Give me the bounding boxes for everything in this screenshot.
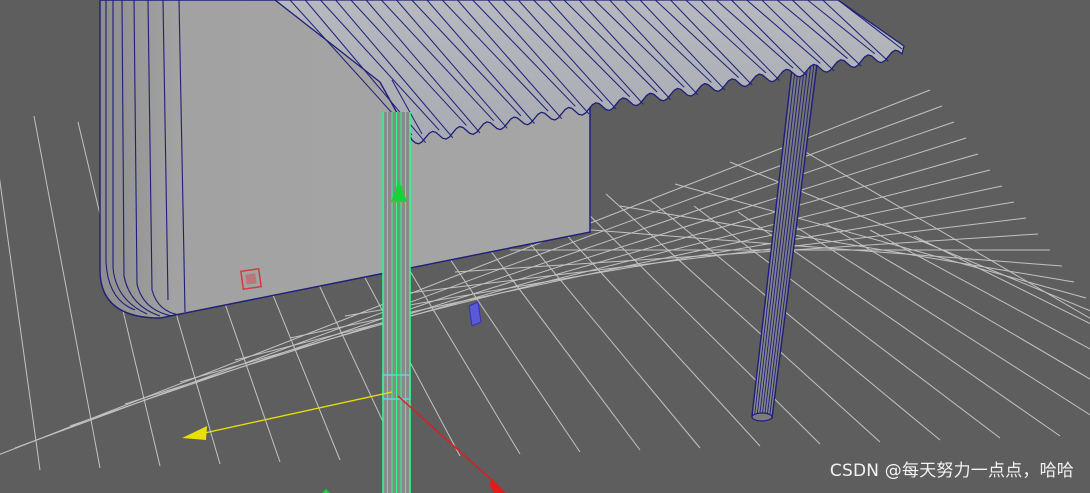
x-axis-arrow-icon[interactable] bbox=[489, 479, 506, 493]
back-post[interactable] bbox=[751, 59, 818, 422]
watermark-text: CSDN @每天努力一点点，哈哈 bbox=[829, 461, 1074, 481]
scene-canvas[interactable] bbox=[0, 0, 1090, 493]
selected-post[interactable] bbox=[382, 112, 411, 493]
maya-3d-viewport[interactable]: CSDN @每天努力一点点，哈哈 bbox=[0, 0, 1090, 493]
z-axis-arrow-icon[interactable] bbox=[182, 426, 207, 440]
plane-handle-icon[interactable] bbox=[468, 301, 482, 327]
